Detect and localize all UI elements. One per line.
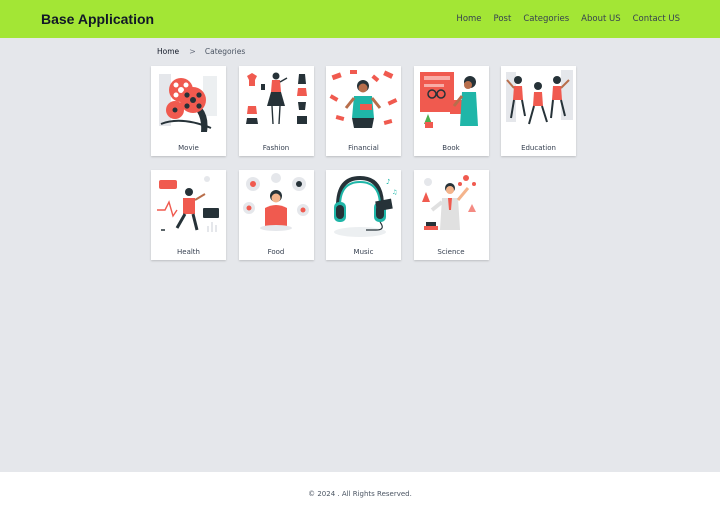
category-card-financial[interactable]: Financial	[326, 66, 401, 156]
education-illustration-icon	[506, 70, 573, 125]
category-label: Fashion	[262, 144, 290, 152]
category-label: Financial	[348, 144, 379, 152]
breadcrumb-current: Categories	[204, 47, 246, 56]
food-illustration-icon	[242, 173, 309, 231]
footer: © 2024 . All Rights Reserved.	[0, 472, 720, 516]
category-grid: Movie Fashion Financial Book Education H…	[151, 66, 576, 260]
svg-text:♫: ♫	[392, 189, 397, 196]
category-label: Book	[442, 144, 460, 152]
nav-link-home[interactable]: Home	[456, 14, 481, 24]
footer-copyright: © 2024 . All Rights Reserved.	[308, 490, 412, 498]
nav-links: Home Post Categories About US Contact US	[456, 14, 680, 24]
book-illustration-icon	[419, 72, 478, 128]
category-card-movie[interactable]: Movie	[151, 66, 226, 156]
science-illustration-icon	[421, 175, 476, 230]
category-label: Music	[353, 248, 374, 256]
category-card-fashion[interactable]: Fashion	[238, 66, 314, 156]
category-label: Movie	[178, 144, 199, 152]
nav-link-contact[interactable]: Contact US	[633, 14, 680, 24]
category-card-education[interactable]: Education	[501, 66, 576, 156]
brand-title[interactable]: Base Application	[41, 11, 154, 27]
top-navbar: Base Application Home Post Categories Ab…	[0, 0, 720, 38]
breadcrumb-home[interactable]: Home	[157, 47, 179, 56]
category-card-food[interactable]: Food	[238, 170, 314, 260]
category-card-book[interactable]: Book	[413, 66, 489, 156]
nav-link-about[interactable]: About US	[581, 14, 620, 24]
film-reel-illustration-icon	[159, 74, 217, 132]
nav-link-post[interactable]: Post	[494, 14, 512, 24]
category-label: Science	[437, 248, 465, 256]
category-label: Education	[521, 144, 556, 152]
category-label: Food	[267, 248, 285, 256]
breadcrumb-chevron-icon: >	[189, 47, 196, 56]
finance-illustration-icon	[329, 70, 398, 128]
headphones-illustration-icon: ♪ ♫	[334, 175, 397, 237]
health-illustration-icon	[157, 176, 219, 232]
category-card-music[interactable]: ♪ ♫ Music	[326, 170, 401, 260]
category-card-science[interactable]: Science	[413, 170, 489, 260]
nav-link-categories[interactable]: Categories	[523, 14, 569, 24]
breadcrumb: Home > Categories	[157, 47, 245, 56]
category-label: Health	[177, 248, 200, 256]
svg-text:♪: ♪	[386, 178, 390, 186]
category-card-health[interactable]: Health	[151, 170, 226, 260]
fashion-illustration-icon	[245, 72, 307, 125]
